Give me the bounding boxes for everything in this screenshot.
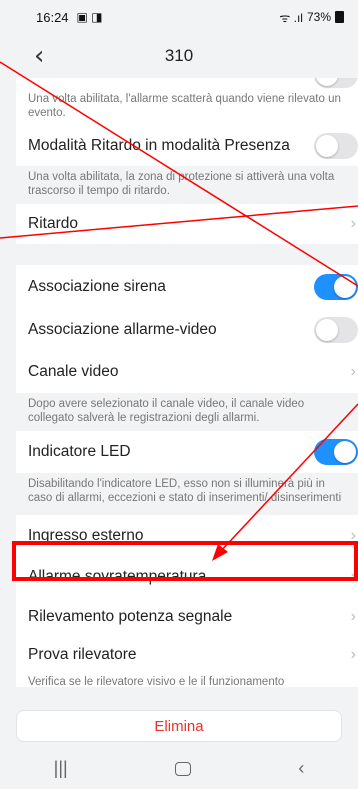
row-video-channel[interactable]: Canale video › <box>16 351 358 393</box>
section-gap <box>16 244 358 265</box>
recents-button[interactable]: ||| <box>54 758 68 779</box>
status-right: ᯤ .ıl 73% <box>279 9 344 26</box>
system-back-button[interactable]: ‹ <box>298 758 304 779</box>
signal-strength-label: Rilevamento potenza segnale <box>28 608 233 625</box>
battery-icon <box>335 11 344 23</box>
chevron-right-icon: › <box>350 568 356 585</box>
notification-icons: ▣ ◨ <box>76 10 103 24</box>
toggle-knob <box>316 135 338 157</box>
delay-presence-toggle[interactable] <box>314 133 358 159</box>
toggle-knob <box>316 319 338 341</box>
siren-toggle[interactable] <box>314 274 358 300</box>
row-alarm-video[interactable]: Associazione allarme-video <box>16 309 358 351</box>
chevron-right-icon: › <box>350 215 356 232</box>
delay-presence-hint: Una volta abilitata, la zona di protezio… <box>16 166 358 204</box>
row-delay[interactable]: Ritardo › <box>16 204 358 244</box>
test-detector-hint: Verifica se le rilevatore visivo e le il… <box>16 673 358 687</box>
led-hint: Disabilitando l'indicatore LED, esso non… <box>16 473 358 515</box>
battery-level: 73% <box>306 10 331 24</box>
back-button[interactable]: ‹ <box>34 38 44 74</box>
top-toggle[interactable] <box>314 78 358 88</box>
row-delay-presence[interactable]: Modalità Ritardo in modalità Presenza <box>16 126 358 166</box>
settings-list[interactable]: Una volta abilitata, l'allarme scatterà … <box>16 78 358 718</box>
alarm-video-label: Associazione allarme-video <box>28 321 217 338</box>
video-channel-label: Canale video <box>28 363 119 380</box>
page-title: 310 <box>164 46 194 65</box>
row-signal-strength[interactable]: Rilevamento potenza segnale › <box>16 597 358 637</box>
siren-label: Associazione sirena <box>28 278 166 295</box>
toggle-knob <box>316 78 338 86</box>
chevron-right-icon: › <box>350 363 356 380</box>
row-led[interactable]: Indicatore LED <box>16 431 358 473</box>
overtemp-label: Allarme sovratemperatura <box>28 568 207 585</box>
status-bar: 16:24 ▣ ◨ ᯤ .ıl 73% <box>0 0 358 34</box>
test-detector-label: Prova rilevatore <box>28 646 137 663</box>
row-overtemp[interactable]: Allarme sovratemperatura › <box>16 557 358 597</box>
delete-button[interactable]: Elimina <box>16 710 342 742</box>
chevron-right-icon: › <box>350 527 356 544</box>
chevron-right-icon: › <box>350 646 356 663</box>
video-channel-hint: Dopo avere selezionato il canale video, … <box>16 393 358 431</box>
toggle-knob <box>334 441 356 463</box>
row-siren[interactable]: Associazione sirena <box>16 265 358 309</box>
toggle-knob <box>334 276 356 298</box>
top-hint: Una volta abilitata, l'allarme scatterà … <box>16 88 358 126</box>
chevron-right-icon: › <box>350 608 356 625</box>
row-test-detector[interactable]: Prova rilevatore › <box>16 637 358 673</box>
row-external-input[interactable]: Ingresso esterno › <box>16 515 358 557</box>
status-time: 16:24 <box>36 9 69 25</box>
delay-presence-label: Modalità Ritardo in modalità Presenza <box>28 137 290 154</box>
home-button[interactable] <box>175 761 191 776</box>
nav-bar: ‹ 310 <box>0 34 358 78</box>
led-toggle[interactable] <box>314 439 358 465</box>
signal-icon: ᯤ .ıl <box>279 10 303 25</box>
delay-label: Ritardo <box>28 215 78 232</box>
row-top-partial[interactable] <box>16 78 358 88</box>
system-nav-bar: ||| ‹ <box>0 748 358 789</box>
alarm-video-toggle[interactable] <box>314 317 358 343</box>
led-label: Indicatore LED <box>28 443 131 460</box>
external-input-label: Ingresso esterno <box>28 527 144 544</box>
